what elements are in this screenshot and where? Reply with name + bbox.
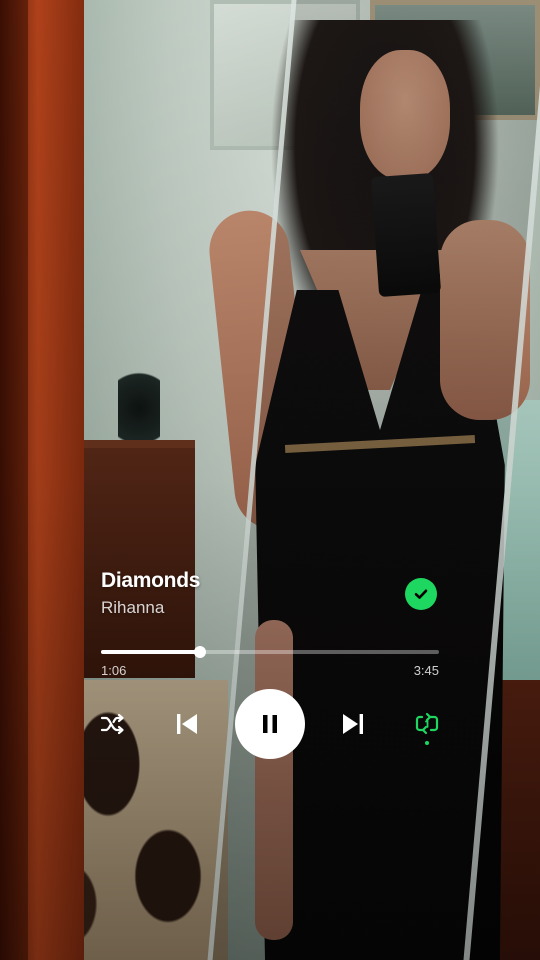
check-circle-icon bbox=[414, 589, 428, 599]
playback-controls bbox=[100, 689, 439, 759]
repeat-active-dot bbox=[425, 741, 429, 745]
skip-previous-icon bbox=[177, 714, 197, 734]
repeat-button[interactable] bbox=[411, 708, 443, 745]
skip-next-icon bbox=[343, 714, 363, 734]
elapsed-time: 1:06 bbox=[101, 663, 127, 678]
player-screen: Diamonds Rihanna 1:06 3:45 bbox=[0, 0, 540, 960]
shuffle-button[interactable] bbox=[97, 708, 129, 740]
progress-thumb[interactable] bbox=[194, 646, 207, 658]
progress-fill bbox=[101, 650, 201, 654]
total-time: 3:45 bbox=[413, 663, 439, 678]
shuffle-icon bbox=[100, 713, 124, 735]
next-button[interactable] bbox=[337, 708, 369, 740]
play-pause-button[interactable] bbox=[235, 689, 305, 759]
track-artist[interactable]: Rihanna bbox=[101, 598, 164, 618]
track-title[interactable]: Diamonds bbox=[101, 568, 200, 594]
liked-button[interactable] bbox=[405, 578, 437, 610]
pause-icon bbox=[263, 715, 277, 733]
previous-button[interactable] bbox=[171, 708, 203, 740]
progress-bar[interactable] bbox=[101, 646, 439, 658]
repeat-one-icon bbox=[415, 712, 439, 735]
